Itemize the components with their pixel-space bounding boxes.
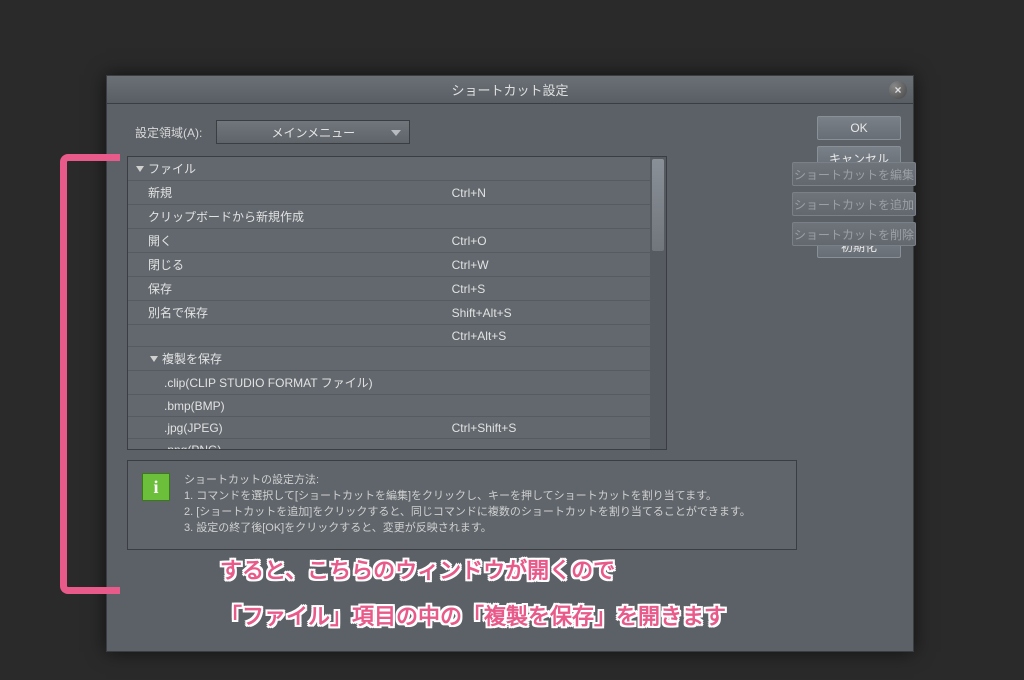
- scroll-thumb[interactable]: [652, 159, 664, 251]
- tree-row[interactable]: .png(PNG): [128, 439, 650, 450]
- annotation-text: すると、こちらのウィンドウが開くので 「ファイル」項目の中の「複製を保存」を開き…: [220, 548, 726, 640]
- tree-row[interactable]: .clip(CLIP STUDIO FORMAT ファイル): [128, 371, 650, 395]
- setting-area-row: 設定領域(A): メインメニュー: [127, 118, 805, 156]
- info-text: ショートカットの設定方法: 1. コマンドを選択して[ショートカットを編集]をク…: [184, 473, 751, 537]
- command-tree-pane: ファイル 新規Ctrl+N クリップボードから新規作成 開くCtrl+O 閉じる…: [127, 156, 667, 450]
- setting-area-label: 設定領域(A):: [135, 124, 202, 141]
- tree-row[interactable]: .jpg(JPEG)Ctrl+Shift+S: [128, 417, 650, 439]
- delete-shortcut-button[interactable]: ショートカットを削除: [792, 222, 916, 246]
- tree-row[interactable]: 新規Ctrl+N: [128, 181, 650, 205]
- tree-row[interactable]: 保存Ctrl+S: [128, 277, 650, 301]
- combo-value: メインメニュー: [272, 124, 356, 141]
- command-table: ファイル 新規Ctrl+N クリップボードから新規作成 開くCtrl+O 閉じる…: [128, 157, 650, 449]
- titlebar: ショートカット設定 ×: [107, 76, 913, 104]
- tree-row[interactable]: 別名で保存Shift+Alt+S: [128, 301, 650, 325]
- close-button[interactable]: ×: [889, 81, 907, 99]
- add-shortcut-button[interactable]: ショートカットを追加: [792, 192, 916, 216]
- annotation-bracket: [60, 154, 120, 594]
- dialog-title: ショートカット設定: [451, 80, 568, 99]
- tree-scroll[interactable]: ファイル 新規Ctrl+N クリップボードから新規作成 開くCtrl+O 閉じる…: [128, 157, 650, 449]
- info-pane: i ショートカットの設定方法: 1. コマンドを選択して[ショートカットを編集]…: [127, 460, 797, 550]
- info-icon: i: [142, 473, 170, 501]
- setting-area-combo[interactable]: メインメニュー: [216, 120, 410, 144]
- tree-scrollbar[interactable]: [650, 157, 666, 449]
- tree-row[interactable]: 閉じるCtrl+W: [128, 253, 650, 277]
- chevron-down-icon: [136, 166, 144, 172]
- chevron-down-icon: [150, 356, 158, 362]
- tree-row[interactable]: Ctrl+Alt+S: [128, 325, 650, 347]
- tree-group-file[interactable]: ファイル: [128, 157, 650, 181]
- tree-row[interactable]: 開くCtrl+O: [128, 229, 650, 253]
- edit-shortcut-button[interactable]: ショートカットを編集: [792, 162, 916, 186]
- tree-group-duplicate[interactable]: 複製を保存: [128, 347, 650, 371]
- tree-row[interactable]: .bmp(BMP): [128, 395, 650, 417]
- shortcut-action-buttons: ショートカットを編集 ショートカットを追加 ショートカットを削除: [792, 162, 916, 246]
- tree-row[interactable]: クリップボードから新規作成: [128, 205, 650, 229]
- ok-button[interactable]: OK: [817, 116, 901, 140]
